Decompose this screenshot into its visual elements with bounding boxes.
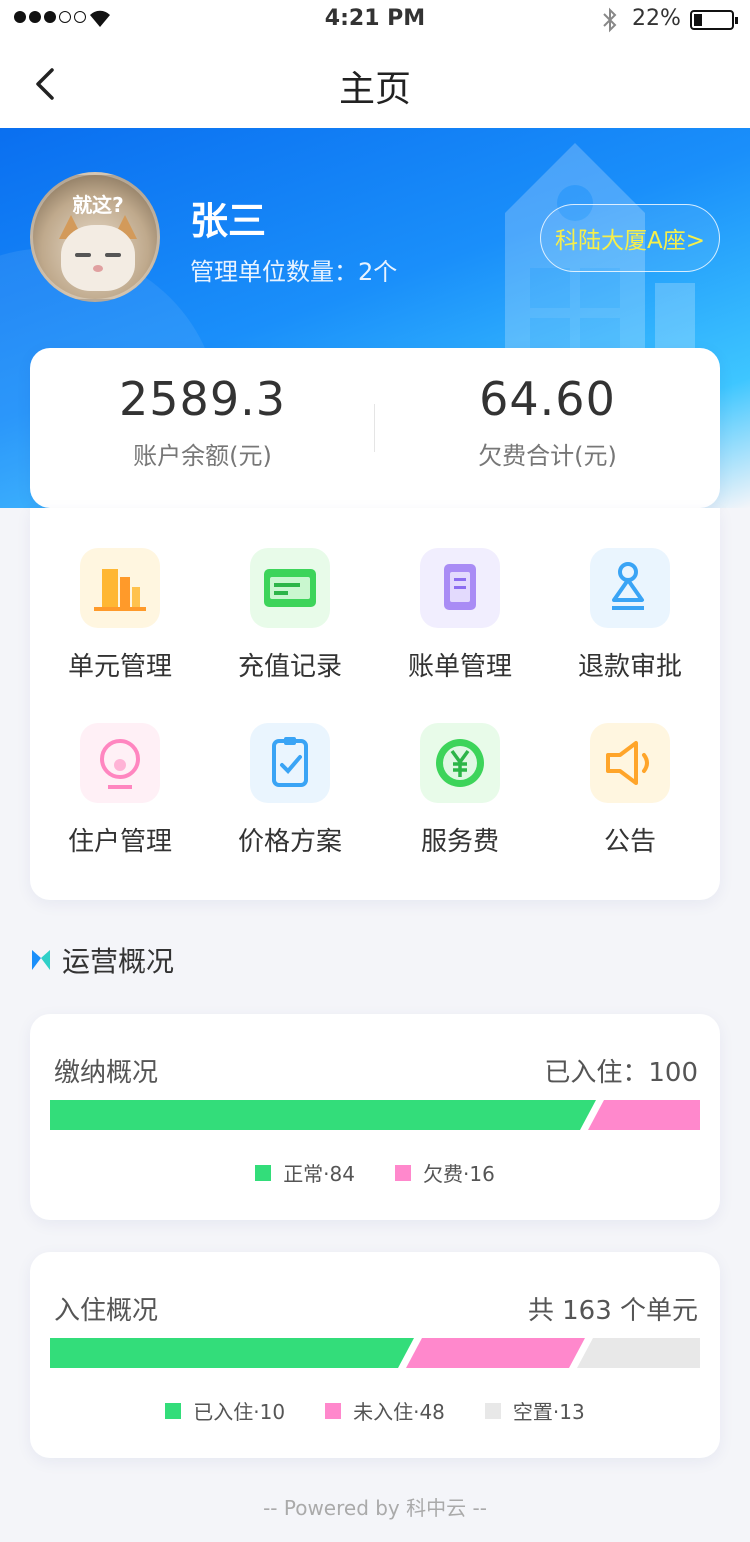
menu-item-label: 价格方案 [237, 827, 342, 857]
payment-overview-title: 缴纳概况 [54, 1058, 159, 1088]
menu-item-refund-approval[interactable]: 退款审批 [545, 548, 715, 683]
menu-item-resident-management[interactable]: 住户管理 [35, 723, 205, 858]
legend-label: 未入住·48 [353, 1400, 445, 1424]
legend-label: 欠费·16 [423, 1162, 495, 1186]
menu-item-label: 住户管理 [67, 827, 172, 857]
legend-item-vacant: 空置·13 [484, 1396, 585, 1425]
avatar[interactable]: 就这? [30, 172, 160, 302]
menu-item-recharge-records[interactable]: 充值记录 [205, 548, 375, 683]
legend-label: 空置·13 [512, 1400, 585, 1424]
legend-item-arrears: 欠费·16 [395, 1158, 495, 1187]
legend-item-unoccupied: 未入住·48 [325, 1396, 445, 1425]
footer-powered-by: -- Powered by 科中云 -- [263, 1496, 487, 1520]
menu-item-unit-management[interactable]: 单元管理 [35, 548, 205, 683]
occupancy-legend: 已入住·10 未入住·48 空置·13 [30, 1396, 720, 1425]
arrears-total-value: 64.60 [479, 372, 616, 426]
menu-item-label: 公告 [603, 827, 656, 857]
menu-item-price-plan[interactable]: 价格方案 [205, 723, 375, 858]
legend-label: 已入住·10 [193, 1400, 286, 1424]
menu-item-service-fee[interactable]: 服务费 [375, 723, 545, 858]
battery-icon [690, 10, 738, 30]
legend-item-normal: 正常·84 [255, 1158, 355, 1187]
payment-normal-segment [50, 1100, 596, 1130]
payment-overview-card: 缴纳概况 已入住：100 正常·84 欠费·16 [30, 1014, 720, 1220]
yen-icon [420, 723, 500, 803]
account-balance-value: 2589.3 [119, 372, 286, 426]
balance-card: 2589.3 账户余额(元) 64.60 欠费合计(元) [30, 348, 720, 508]
occupancy-overview-title: 入住概况 [54, 1296, 159, 1326]
menu-item-label: 退款审批 [577, 652, 682, 682]
avatar-caption: 就这? [72, 193, 124, 217]
payment-legend: 正常·84 欠费·16 [30, 1158, 720, 1187]
function-menu: 单元管理 充值记录 账单管理 退款审批 住户管理 价格方案 服务费 公告 [30, 508, 720, 900]
status-bar: 4:21 PM 22% [0, 0, 750, 40]
managed-unit-count: 管理单位数量：2个 [190, 258, 398, 286]
building-bars-icon [80, 548, 160, 628]
battery-percent: 22% [632, 6, 681, 31]
occupancy-unoccupied-segment [406, 1338, 585, 1368]
bluetooth-icon [603, 7, 617, 33]
bowtie-icon [32, 950, 50, 970]
occupancy-vacant-segment [577, 1338, 700, 1368]
payment-arrears-segment [588, 1100, 700, 1130]
nav-bar: 主页 [0, 40, 750, 128]
card-icon [250, 548, 330, 628]
speaker-icon [590, 723, 670, 803]
menu-item-label: 充值记录 [237, 652, 342, 682]
menu-item-label: 服务费 [420, 827, 499, 857]
resident-icon [80, 723, 160, 803]
occupancy-occupied-segment [50, 1338, 414, 1368]
clipboard-icon [420, 548, 500, 628]
arrears-total-label: 欠费合计(元) [478, 442, 617, 470]
page-title: 主页 [338, 69, 411, 110]
building-select-button[interactable]: 科陆大厦A座> [540, 204, 720, 272]
checklist-icon [250, 723, 330, 803]
account-balance-label: 账户余额(元) [133, 442, 272, 470]
section-header: 运营概况 [30, 940, 174, 980]
occupancy-overview-summary: 共 163 个单元 [527, 1296, 698, 1326]
legend-item-occupied: 已入住·10 [165, 1396, 285, 1425]
person-icon [590, 548, 670, 628]
section-title: 运营概况 [62, 945, 175, 978]
menu-item-announcement[interactable]: 公告 [545, 723, 715, 858]
user-name: 张三 [190, 199, 267, 243]
payment-bar [50, 1100, 700, 1130]
occupancy-bar [50, 1338, 700, 1368]
legend-label: 正常·84 [283, 1162, 355, 1186]
arrears-total[interactable]: 64.60 欠费合计(元) [375, 372, 720, 471]
menu-item-label: 账单管理 [407, 652, 512, 682]
menu-item-label: 单元管理 [67, 652, 172, 682]
account-balance[interactable]: 2589.3 账户余额(元) [30, 372, 375, 471]
payment-overview-summary: 已入住：100 [544, 1058, 698, 1088]
menu-item-bill-management[interactable]: 账单管理 [375, 548, 545, 683]
occupancy-overview-card: 入住概况 共 163 个单元 已入住·10 未入住·48 空置·13 [30, 1252, 720, 1458]
